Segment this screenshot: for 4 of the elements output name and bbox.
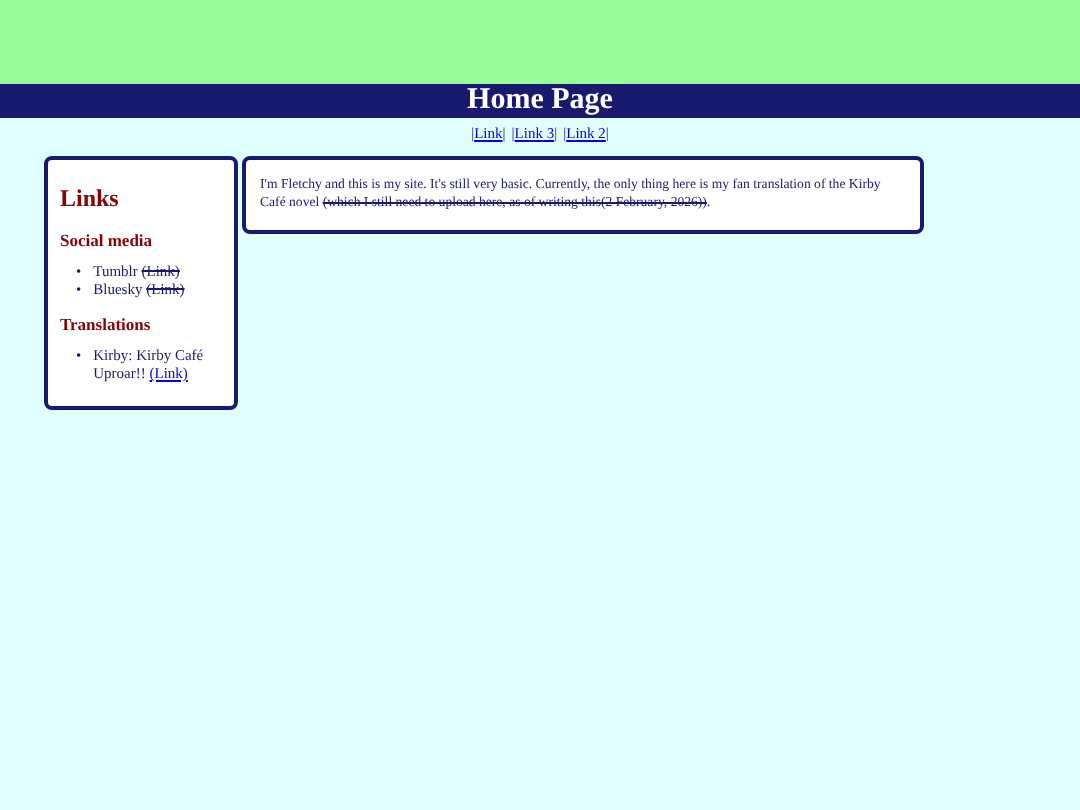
section-heading: Translations [60,314,153,334]
page-title: Home Page [0,84,1080,118]
sidebar-title: Links [60,184,121,214]
section-heading: Social media [60,230,155,250]
